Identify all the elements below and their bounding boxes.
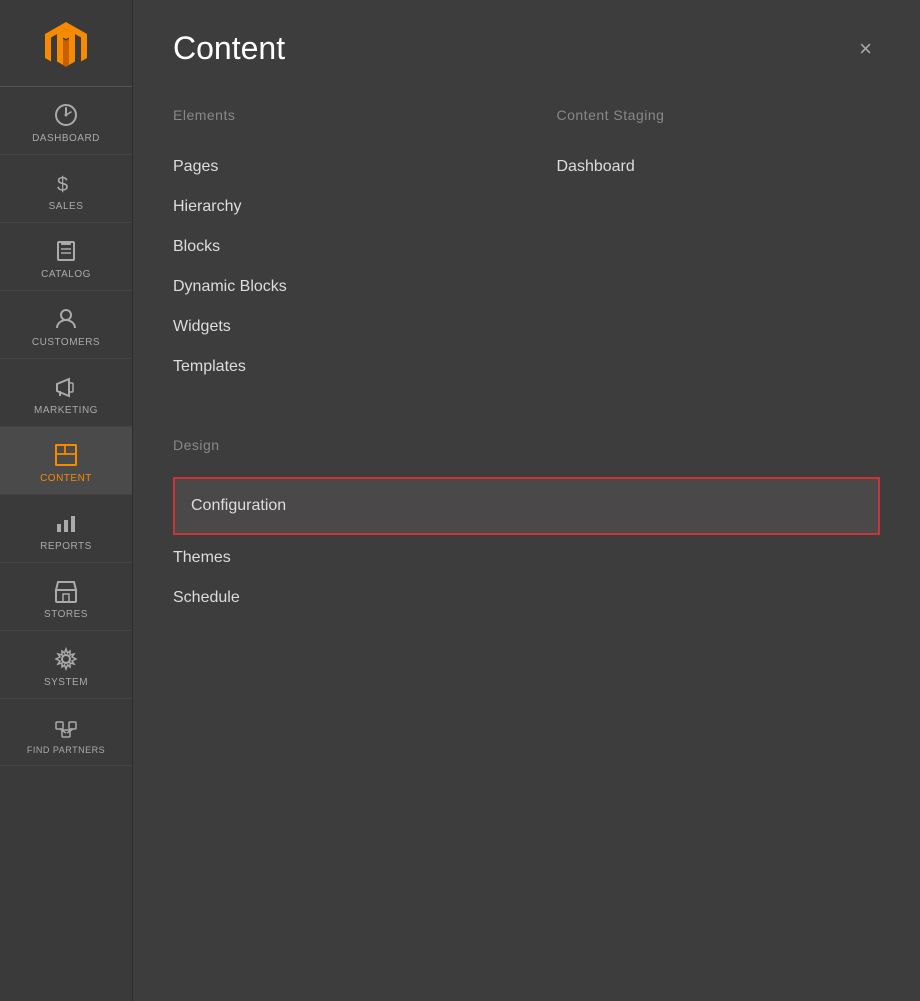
menu-item-blocks[interactable]: Blocks xyxy=(173,227,497,267)
magento-logo-icon xyxy=(39,18,93,72)
content-staging-title: Content Staging xyxy=(557,107,881,123)
menu-item-themes[interactable]: Themes xyxy=(173,535,880,578)
design-section-title: Design xyxy=(173,437,880,453)
menu-item-staging-dashboard[interactable]: Dashboard xyxy=(557,147,881,187)
partners-icon xyxy=(52,713,80,741)
menu-item-dynamic-blocks[interactable]: Dynamic Blocks xyxy=(173,267,497,307)
menu-item-widgets[interactable]: Widgets xyxy=(173,307,497,347)
sidebar-item-dashboard[interactable]: DASHBOARD xyxy=(0,87,132,155)
app-container: DASHBOARD $ SALES CATALOG xyxy=(0,0,920,1001)
marketing-icon xyxy=(52,373,80,401)
sidebar-item-marketing[interactable]: MARKETING xyxy=(0,359,132,427)
sidebar-item-sales[interactable]: $ SALES xyxy=(0,155,132,223)
menu-item-configuration[interactable]: Configuration xyxy=(173,477,880,535)
sidebar-item-system[interactable]: SYSTEM xyxy=(0,631,132,699)
stores-icon xyxy=(52,577,80,605)
sidebar-item-stores[interactable]: STORES xyxy=(0,563,132,631)
system-icon xyxy=(52,645,80,673)
sales-icon: $ xyxy=(52,169,80,197)
system-label: SYSTEM xyxy=(44,677,88,688)
content-panel: Content × Elements Pages Hierarchy Block… xyxy=(133,0,920,1001)
elements-section: Elements Pages Hierarchy Blocks Dynamic … xyxy=(173,107,497,387)
top-sections: Elements Pages Hierarchy Blocks Dynamic … xyxy=(173,107,880,387)
menu-item-schedule[interactable]: Schedule xyxy=(173,578,880,618)
design-section: Design Configuration Themes Schedule xyxy=(173,437,880,618)
svg-text:$: $ xyxy=(57,174,69,196)
menu-item-hierarchy[interactable]: Hierarchy xyxy=(173,187,497,227)
sidebar-item-content[interactable]: CONTENT xyxy=(0,427,132,495)
content-label: CONTENT xyxy=(40,473,92,484)
catalog-label: CATALOG xyxy=(41,269,91,280)
menu-item-templates[interactable]: Templates xyxy=(173,347,497,387)
panel-header: Content × xyxy=(173,30,880,67)
reports-label: REPORTS xyxy=(40,541,92,552)
menu-item-pages[interactable]: Pages xyxy=(173,147,497,187)
sales-label: SALES xyxy=(49,201,84,212)
sidebar-item-find-partners[interactable]: FIND PARTNERS xyxy=(0,699,132,766)
sidebar-item-customers[interactable]: CUSTOMERS xyxy=(0,291,132,359)
dashboard-label: DASHBOARD xyxy=(32,133,100,144)
marketing-label: MARKETING xyxy=(34,405,98,416)
catalog-icon xyxy=(52,237,80,265)
stores-label: STORES xyxy=(44,609,88,620)
elements-section-title: Elements xyxy=(173,107,497,123)
close-button[interactable]: × xyxy=(851,34,880,64)
customers-icon xyxy=(52,305,80,333)
sidebar-item-catalog[interactable]: CATALOG xyxy=(0,223,132,291)
content-staging-section: Content Staging Dashboard xyxy=(557,107,881,387)
reports-icon xyxy=(52,509,80,537)
customers-label: CUSTOMERS xyxy=(32,337,100,348)
logo-container xyxy=(0,0,132,87)
panel-title: Content xyxy=(173,30,285,67)
sidebar-item-reports[interactable]: REPORTS xyxy=(0,495,132,563)
content-icon xyxy=(52,441,80,469)
dashboard-icon xyxy=(52,101,80,129)
sidebar: DASHBOARD $ SALES CATALOG xyxy=(0,0,133,1001)
find-partners-label: FIND PARTNERS xyxy=(27,745,105,755)
